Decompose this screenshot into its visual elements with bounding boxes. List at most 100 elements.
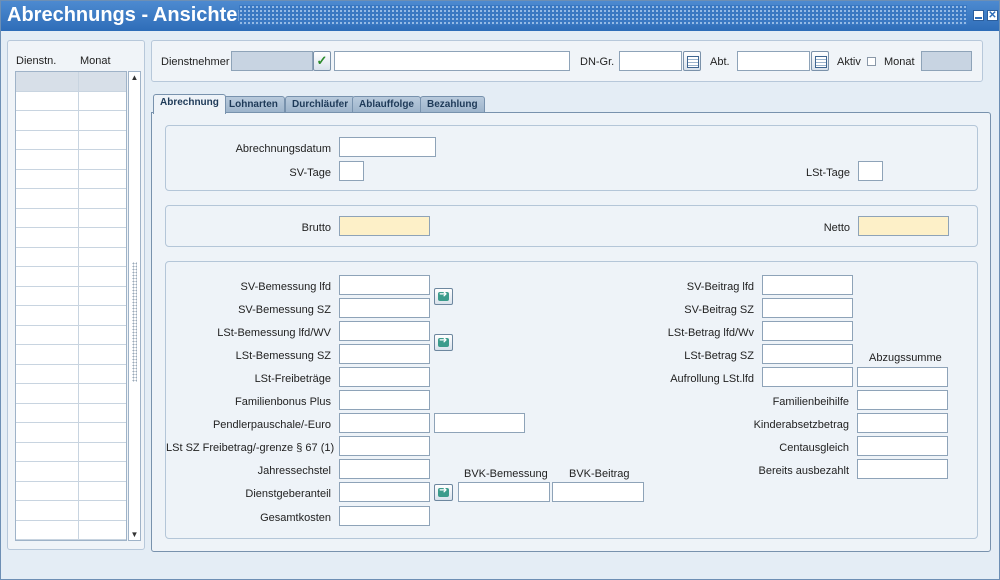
brutto-field[interactable]: [339, 216, 430, 236]
lst-freibetraege-field[interactable]: [339, 367, 430, 387]
familienbonus-field[interactable]: [339, 390, 430, 410]
monat-cell[interactable]: [79, 111, 126, 130]
monat-field[interactable]: [921, 51, 972, 71]
scroll-grip[interactable]: [132, 262, 137, 382]
table-row[interactable]: [16, 345, 126, 365]
table-row[interactable]: [16, 91, 126, 111]
pendler-euro-field[interactable]: [434, 413, 525, 433]
monat-cell[interactable]: [79, 365, 126, 384]
table-row[interactable]: [16, 520, 126, 540]
table-row[interactable]: [16, 111, 126, 131]
scroll-down-icon[interactable]: ▼: [129, 529, 140, 540]
dienstn-cell[interactable]: [16, 208, 79, 227]
dn-gr-lookup-icon[interactable]: [683, 51, 701, 71]
dienstn-cell[interactable]: [16, 111, 79, 130]
abt-field[interactable]: [737, 51, 810, 71]
sv-tage-field[interactable]: [339, 161, 364, 181]
table-row[interactable]: [16, 72, 126, 92]
monat-cell[interactable]: [79, 482, 126, 501]
dienstgeberanteil-field[interactable]: [339, 482, 430, 502]
bereits-ausbezahlt-field[interactable]: [857, 459, 948, 479]
column-header-dienstn[interactable]: Dienstn.: [16, 55, 56, 67]
table-row[interactable]: [16, 364, 126, 384]
monat-cell[interactable]: [79, 501, 126, 520]
monat-cell[interactable]: [79, 248, 126, 267]
employee-grid[interactable]: [15, 71, 127, 541]
close-icon[interactable]: ✕: [987, 10, 998, 21]
monat-cell[interactable]: [79, 326, 126, 345]
dienstnehmer-check-button[interactable]: ✓: [313, 51, 331, 71]
netto-field[interactable]: [858, 216, 949, 236]
dienstn-cell[interactable]: [16, 481, 79, 500]
table-row[interactable]: [16, 306, 126, 326]
dienstn-cell[interactable]: [16, 520, 79, 539]
scroll-up-icon[interactable]: ▲: [129, 72, 140, 83]
dienstn-cell[interactable]: [16, 150, 79, 169]
dienstn-cell[interactable]: [16, 345, 79, 364]
bvk-bemessung-field[interactable]: [458, 482, 550, 502]
table-row[interactable]: [16, 130, 126, 150]
lst-sz-freibetrag-field[interactable]: [339, 436, 430, 456]
abzugssumme-field[interactable]: [857, 367, 948, 387]
table-row[interactable]: [16, 150, 126, 170]
tab-lohnarten[interactable]: Lohnarten: [222, 96, 285, 113]
jahressechstel-field[interactable]: [339, 459, 430, 479]
monat-cell[interactable]: [79, 189, 126, 208]
table-row[interactable]: [16, 228, 126, 248]
dienstn-cell[interactable]: [16, 189, 79, 208]
table-row[interactable]: [16, 481, 126, 501]
tab-abrechnung[interactable]: Abrechnung: [153, 94, 226, 114]
gesamtkosten-field[interactable]: [339, 506, 430, 526]
sv-bemessung-lfd-field[interactable]: [339, 275, 430, 295]
monat-cell[interactable]: [79, 267, 126, 286]
table-row[interactable]: [16, 403, 126, 423]
dienstn-cell[interactable]: [16, 442, 79, 461]
lst-bemessung-lfd-field[interactable]: [339, 321, 430, 341]
sv-bemessung-sz-field[interactable]: [339, 298, 430, 318]
lst-bemessung-sz-field[interactable]: [339, 344, 430, 364]
tab-bezahlung[interactable]: Bezahlung: [420, 96, 485, 113]
monat-cell[interactable]: [79, 443, 126, 462]
sv-beitrag-sz-field[interactable]: [762, 298, 853, 318]
monat-cell[interactable]: [79, 384, 126, 403]
grid-scrollbar[interactable]: ▲ ▼: [128, 71, 141, 541]
table-row[interactable]: [16, 247, 126, 267]
column-header-monat[interactable]: Monat: [80, 55, 111, 67]
centausgleich-field[interactable]: [857, 436, 948, 456]
table-row[interactable]: [16, 325, 126, 345]
minimize-icon[interactable]: [973, 10, 984, 21]
monat-cell[interactable]: [79, 404, 126, 423]
pendler-field[interactable]: [339, 413, 430, 433]
bvk-transfer-icon[interactable]: [434, 484, 453, 501]
dienstn-cell[interactable]: [16, 462, 79, 481]
monat-cell[interactable]: [79, 92, 126, 111]
dn-gr-field[interactable]: [619, 51, 682, 71]
dienstn-cell[interactable]: [16, 286, 79, 305]
dienstn-cell[interactable]: [16, 169, 79, 188]
monat-cell[interactable]: [79, 423, 126, 442]
sv-beitrag-lfd-field[interactable]: [762, 275, 853, 295]
table-row[interactable]: [16, 501, 126, 521]
dienstn-cell[interactable]: [16, 423, 79, 442]
dienstn-cell[interactable]: [16, 501, 79, 520]
monat-cell[interactable]: [79, 521, 126, 540]
lst-tage-field[interactable]: [858, 161, 883, 181]
table-row[interactable]: [16, 423, 126, 443]
dienstnehmer-id-field[interactable]: [231, 51, 313, 71]
monat-cell[interactable]: [79, 150, 126, 169]
aufrollung-field[interactable]: [762, 367, 853, 387]
dienstn-cell[interactable]: [16, 228, 79, 247]
monat-cell[interactable]: [79, 131, 126, 150]
lst-transfer-icon[interactable]: [434, 334, 453, 351]
monat-cell[interactable]: [79, 462, 126, 481]
title-grip[interactable]: [239, 5, 967, 25]
table-row[interactable]: [16, 169, 126, 189]
monat-cell[interactable]: [79, 170, 126, 189]
title-bar[interactable]: Abrechnungs - Ansichten ✕: [1, 1, 999, 31]
dienstn-cell[interactable]: [16, 130, 79, 149]
dienstn-cell[interactable]: [16, 267, 79, 286]
monat-cell[interactable]: [79, 306, 126, 325]
abrechnungsdatum-field[interactable]: [339, 137, 436, 157]
dienstnehmer-name-field[interactable]: [334, 51, 570, 71]
monat-cell[interactable]: [79, 287, 126, 306]
